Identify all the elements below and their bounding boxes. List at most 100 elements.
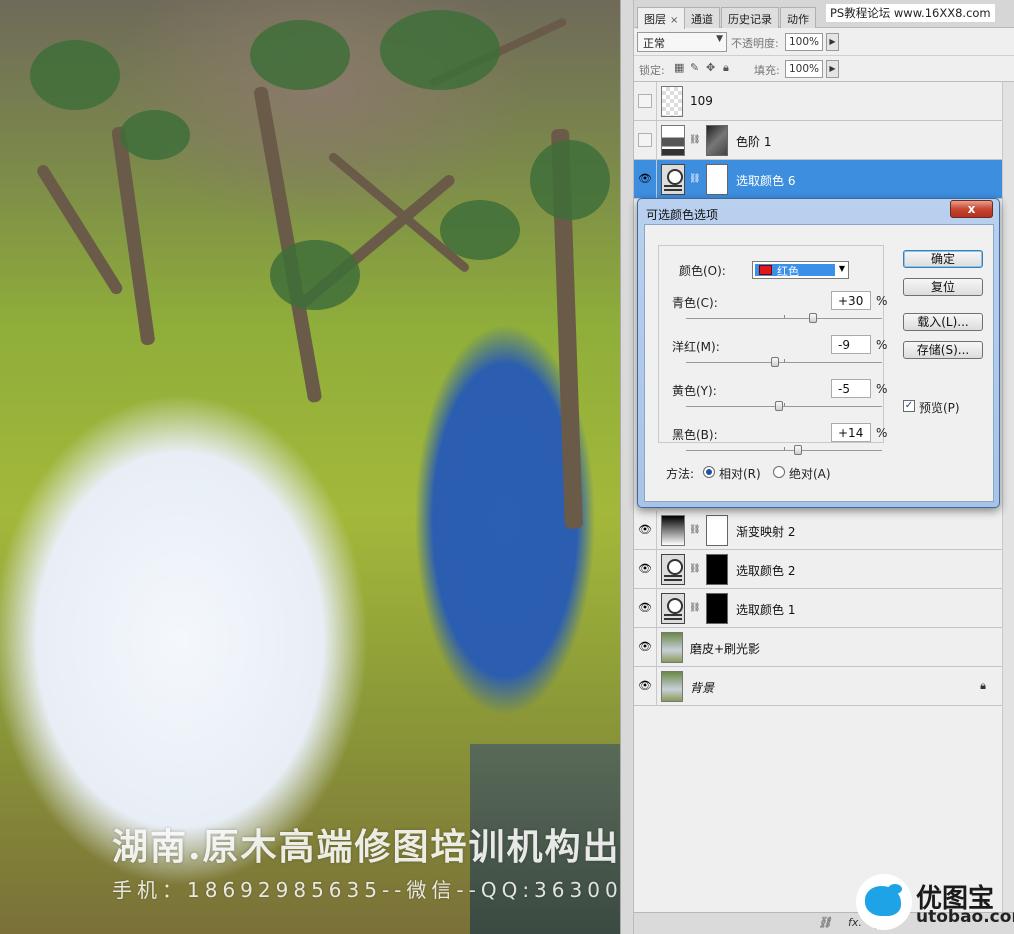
method-absolute-radio[interactable] bbox=[773, 466, 785, 478]
blend-mode-select[interactable]: 正常 ▼ bbox=[637, 32, 727, 52]
save-button[interactable]: 存储(S)... bbox=[903, 341, 983, 359]
layers-scrollbar[interactable] bbox=[1002, 82, 1014, 920]
color-settings-group: 颜色(O): 红色 ▼ 青色(C): +30 % 洋红(M): -9 % 黄色(… bbox=[658, 245, 888, 455]
close-button[interactable]: x bbox=[950, 200, 993, 218]
lock-label: 锁定: bbox=[639, 64, 665, 77]
layer-thumbnail bbox=[661, 632, 683, 663]
tab-channels[interactable]: 通道 bbox=[684, 7, 720, 28]
layer-row[interactable]: 👁︎ ⛓ 渐变映射 2 bbox=[634, 511, 1002, 550]
color-label: 颜色(O): bbox=[679, 264, 726, 278]
layer-mask-thumbnail bbox=[706, 125, 728, 156]
blend-row: 正常 ▼ 不透明度: 100% ▶ bbox=[634, 28, 1014, 56]
layer-name: 磨皮+刷光影 bbox=[690, 642, 761, 656]
yellow-slider-handle[interactable] bbox=[775, 401, 784, 411]
color-select[interactable]: 红色 ▼ bbox=[752, 261, 849, 279]
link-layers-icon[interactable]: ⛓ bbox=[818, 916, 832, 929]
cyan-slider-track[interactable] bbox=[686, 313, 882, 323]
chevron-down-icon: ▼ bbox=[838, 264, 845, 273]
yellow-unit: % bbox=[876, 382, 888, 396]
selective-color-adjustment-icon bbox=[661, 164, 685, 195]
logo-domain: utobao.com bbox=[916, 907, 1014, 927]
method-relative-label[interactable]: 相对(R) bbox=[719, 465, 761, 482]
black-slider-handle[interactable] bbox=[793, 445, 802, 455]
layer-row-selected[interactable]: 👁︎ ⛓ 选取颜色 6 bbox=[634, 160, 1002, 199]
eye-icon[interactable]: 👁︎ bbox=[638, 679, 652, 693]
fill-slider-icon[interactable]: ▶ bbox=[826, 60, 839, 78]
magenta-unit: % bbox=[876, 338, 888, 352]
photo-canvas: 湖南.原木高端修图培训机构出品 手机：18692985635--微信--QQ:3… bbox=[0, 0, 620, 934]
eye-icon[interactable]: 👁︎ bbox=[638, 523, 652, 537]
layer-row[interactable]: 👁︎ 磨皮+刷光影 bbox=[634, 628, 1002, 667]
tab-layers[interactable]: 图层 × bbox=[637, 7, 686, 29]
opacity-label: 不透明度: bbox=[731, 37, 779, 50]
layer-thumbnail bbox=[661, 86, 683, 117]
layer-name: 色阶 1 bbox=[736, 135, 772, 149]
link-icon: ⛓ bbox=[689, 135, 701, 145]
red-swatch-icon bbox=[759, 265, 772, 275]
method-relative-radio[interactable] bbox=[703, 466, 715, 478]
magenta-input[interactable]: -9 bbox=[831, 335, 871, 354]
site-watermark: PS教程论坛 www.16XX8.com bbox=[826, 4, 995, 22]
black-input[interactable]: +14 bbox=[831, 423, 871, 442]
tab-actions[interactable]: 动作 bbox=[780, 7, 816, 28]
yellow-label: 黄色(Y): bbox=[672, 384, 717, 398]
cyan-unit: % bbox=[876, 294, 888, 308]
opacity-input[interactable]: 100% bbox=[785, 33, 823, 51]
fill-label: 填充: bbox=[754, 64, 780, 77]
layer-row[interactable]: ⛓ 色阶 1 bbox=[634, 121, 1002, 160]
levels-adjustment-icon bbox=[661, 125, 685, 156]
layer-name: 背景 bbox=[690, 681, 715, 695]
eye-icon[interactable]: 👁︎ bbox=[638, 640, 652, 654]
visibility-toggle[interactable] bbox=[638, 133, 652, 147]
lock-row: 锁定: ▦ ✎ ✥ 🔒︎ 填充: 100% ▶ bbox=[634, 56, 1014, 82]
tab-close-icon[interactable]: × bbox=[670, 15, 678, 26]
link-icon: ⛓ bbox=[689, 564, 701, 574]
method-absolute-label[interactable]: 绝对(A) bbox=[789, 465, 831, 482]
panel-tabs: 图层 × 通道 历史记录 动作 PS教程论坛 www.16XX8.com bbox=[634, 0, 1014, 29]
reset-button[interactable]: 复位 bbox=[903, 278, 983, 296]
fill-input[interactable]: 100% bbox=[785, 60, 823, 78]
layer-row[interactable]: 👁︎ ⛓ 选取颜色 1 bbox=[634, 589, 1002, 628]
yellow-input[interactable]: -5 bbox=[831, 379, 871, 398]
layer-name: 选取颜色 2 bbox=[736, 564, 796, 578]
layer-thumbnail bbox=[661, 671, 683, 702]
eye-icon[interactable]: 👁︎ bbox=[638, 562, 652, 576]
opacity-slider-icon[interactable]: ▶ bbox=[826, 33, 839, 51]
black-label: 黑色(B): bbox=[672, 428, 718, 442]
layer-row[interactable]: 👁︎ 背景 🔒︎ bbox=[634, 667, 1002, 706]
yellow-slider-track[interactable] bbox=[686, 401, 882, 411]
layer-name: 选取颜色 1 bbox=[736, 603, 796, 617]
selective-color-adjustment-icon bbox=[661, 593, 685, 624]
tab-history[interactable]: 历史记录 bbox=[721, 7, 779, 28]
lock-paint-icon[interactable]: ✎ bbox=[690, 61, 699, 74]
bird-logo-icon bbox=[858, 876, 910, 928]
ok-button[interactable]: 确定 bbox=[903, 250, 983, 268]
lock-move-icon[interactable]: ✥ bbox=[706, 61, 715, 74]
lock-all-icon[interactable]: 🔒︎ bbox=[723, 61, 729, 75]
black-slider-track[interactable] bbox=[686, 445, 882, 455]
magenta-slider-track[interactable] bbox=[686, 357, 882, 367]
eye-icon[interactable]: 👁︎ bbox=[638, 172, 652, 186]
magenta-slider-handle[interactable] bbox=[771, 357, 780, 367]
layer-mask-thumbnail bbox=[706, 593, 728, 624]
eye-icon[interactable]: 👁︎ bbox=[638, 601, 652, 615]
layer-row[interactable]: 👁︎ ⛓ 选取颜色 2 bbox=[634, 550, 1002, 589]
visibility-toggle[interactable] bbox=[638, 94, 652, 108]
site-logo: 优图宝 utobao.com bbox=[858, 876, 1014, 930]
magenta-label: 洋红(M): bbox=[672, 340, 720, 354]
layer-name: 选取颜色 6 bbox=[736, 174, 796, 188]
panel-divider[interactable] bbox=[620, 0, 634, 934]
chevron-down-icon: ▼ bbox=[716, 34, 723, 44]
load-button[interactable]: 载入(L)... bbox=[903, 313, 983, 331]
lock-transparent-icon[interactable]: ▦ bbox=[674, 61, 684, 74]
cyan-input[interactable]: +30 bbox=[831, 291, 871, 310]
selective-color-adjustment-icon bbox=[661, 554, 685, 585]
lock-icon: 🔒︎ bbox=[980, 679, 986, 692]
selective-color-dialog: 可选颜色选项 x 颜色(O): 红色 ▼ 青色(C): +30 % 洋红(M):… bbox=[637, 198, 1000, 508]
preview-checkbox[interactable]: ✓ bbox=[903, 400, 915, 412]
layer-row[interactable]: 109 bbox=[634, 82, 1002, 121]
preview-label[interactable]: 预览(P) bbox=[919, 399, 960, 416]
layer-mask-thumbnail bbox=[706, 554, 728, 585]
cyan-slider-handle[interactable] bbox=[809, 313, 818, 323]
dialog-title: 可选颜色选项 bbox=[646, 208, 719, 222]
